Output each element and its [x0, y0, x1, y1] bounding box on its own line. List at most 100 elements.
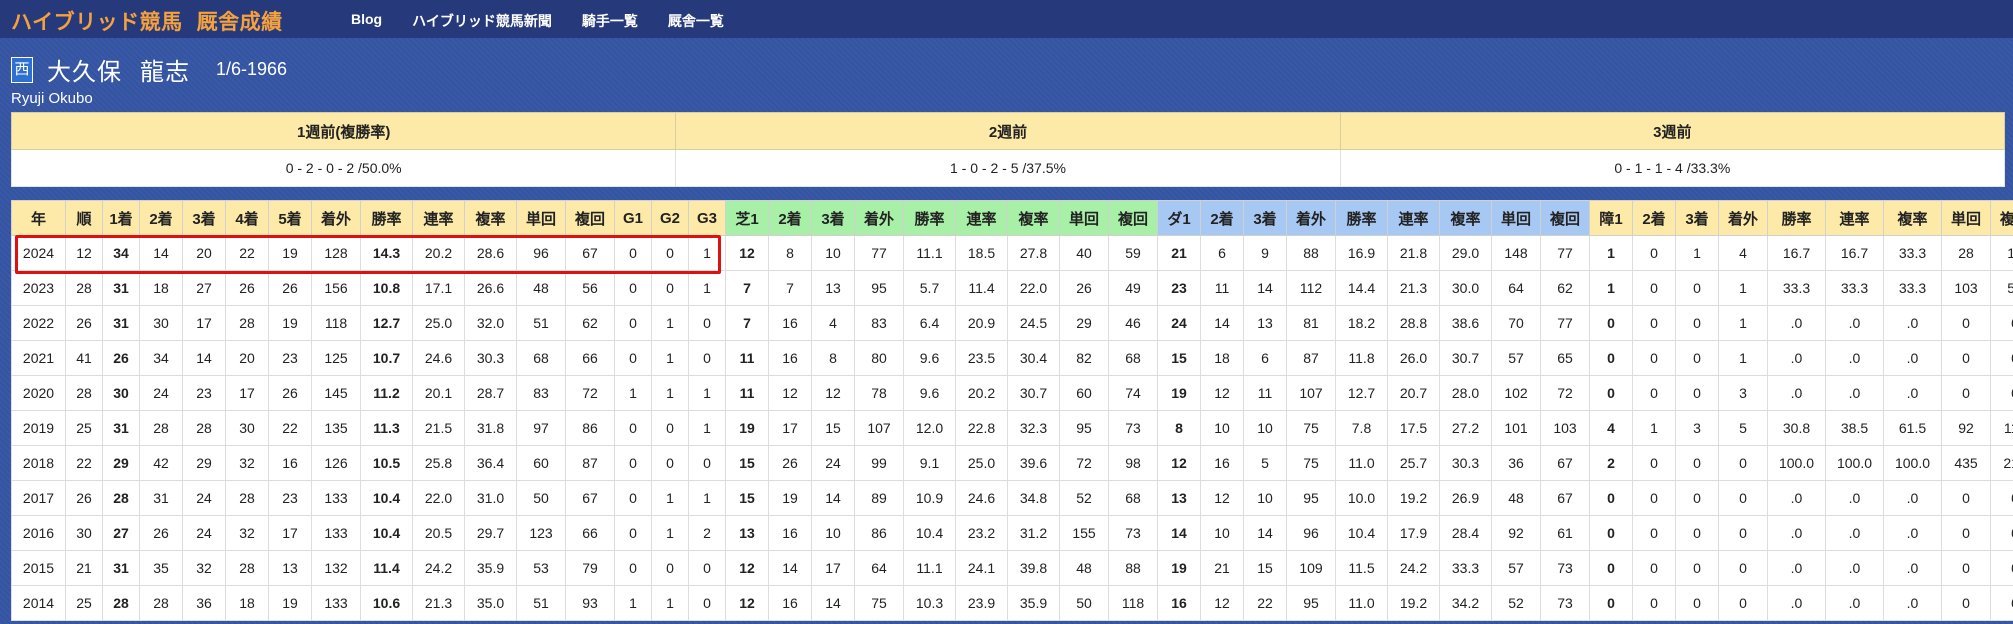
stats-header-row: 年順 1着 2着 3着 4着 5着 着外 勝率 連率 複率 単回 複回 G1 G2 G3 芝1 2着 3着 着外 勝率…	[11, 200, 2013, 236]
table-cell: 50	[1990, 270, 2013, 306]
table-cell: 0	[1675, 445, 1719, 481]
stats-header-cell[interactable]: 着外	[1286, 200, 1336, 236]
table-cell: 92	[1941, 410, 1991, 446]
stats-header-cell[interactable]: 2着	[139, 200, 183, 236]
stats-header-cell[interactable]: 複率	[464, 200, 517, 236]
stats-header-cell[interactable]: 複率	[1439, 200, 1492, 236]
table-cell: .0	[1825, 375, 1884, 411]
stats-header-cell[interactable]: 複回	[1540, 200, 1590, 236]
stats-header-cell[interactable]: 連率	[1387, 200, 1440, 236]
nav-link-jockey-list[interactable]: 騎手一覧	[582, 11, 638, 31]
table-cell: 48	[1059, 550, 1109, 586]
stats-header-cell[interactable]: 連率	[412, 200, 465, 236]
stats-header-cell[interactable]: 着外	[1718, 200, 1768, 236]
week1-value: 0 - 2 - 0 - 2 /50.0%	[10, 149, 677, 187]
table-cell: 28	[225, 305, 269, 341]
stats-header-cell[interactable]: 勝率	[903, 200, 956, 236]
table-cell: 0	[688, 340, 726, 376]
stats-header-cell[interactable]: 3着	[1243, 200, 1287, 236]
stats-header-cell[interactable]: 年	[11, 200, 66, 236]
stats-header-cell[interactable]: 3着	[811, 200, 855, 236]
stats-header-cell[interactable]: 勝率	[360, 200, 413, 236]
stats-header-cell[interactable]: 順	[65, 200, 103, 236]
table-cell: .0	[1767, 375, 1826, 411]
table-cell: 17	[811, 550, 855, 586]
table-cell: 135	[311, 410, 361, 446]
table-cell: 77	[1540, 305, 1590, 341]
table-cell: .0	[1767, 515, 1826, 551]
table-cell: 10.5	[360, 445, 413, 481]
stats-header-cell[interactable]: 芝1	[725, 200, 769, 236]
table-cell: 24.2	[412, 550, 465, 586]
table-cell: .0	[1883, 515, 1942, 551]
stats-header-cell[interactable]: 着外	[854, 200, 904, 236]
table-cell: 7	[725, 305, 769, 341]
stats-header-cell[interactable]: G2	[651, 200, 689, 236]
table-row: 2015 21 31 35 32 28 13 132 11.4 24.2 35.9 53 79 0 0 0 12…	[11, 550, 2013, 586]
site-title[interactable]: ハイブリッド競馬 厩舎成績	[11, 6, 283, 36]
table-cell: 96	[516, 235, 566, 271]
table-cell: .0	[1825, 515, 1884, 551]
table-cell: 81	[1286, 305, 1336, 341]
stats-header-cell[interactable]: ダ1	[1157, 200, 1201, 236]
table-cell: 74	[1108, 375, 1158, 411]
table-cell: 14	[1243, 270, 1287, 306]
table-cell: 22.0	[1007, 270, 1060, 306]
table-cell: 20	[182, 235, 226, 271]
stats-header-cell[interactable]: 複回	[565, 200, 615, 236]
table-cell: 16	[768, 515, 812, 551]
table-cell: 21.8	[1387, 235, 1440, 271]
table-cell: 9	[1243, 235, 1287, 271]
table-cell: 8	[811, 340, 855, 376]
table-cell: 2018	[11, 445, 66, 481]
table-cell: 61	[1540, 515, 1590, 551]
table-cell: 26.6	[464, 270, 517, 306]
stats-header-cell[interactable]: 2着	[1632, 200, 1676, 236]
table-cell: 2019	[11, 410, 66, 446]
stats-header-cell[interactable]: 複率	[1883, 200, 1942, 236]
table-cell: 18.5	[955, 235, 1008, 271]
stats-header-cell[interactable]: 単回	[1059, 200, 1109, 236]
stats-header-cell[interactable]: 勝率	[1335, 200, 1388, 236]
stats-header-cell[interactable]: 勝率	[1767, 200, 1826, 236]
table-cell: 10.6	[360, 585, 413, 621]
stats-header-cell[interactable]: 複回	[1990, 200, 2013, 236]
table-cell: 23.5	[955, 340, 1008, 376]
nav-link-newspaper[interactable]: ハイブリッド競馬新聞	[412, 11, 552, 31]
nav-link-blog[interactable]: Blog	[351, 11, 382, 31]
stats-header-cell[interactable]: 複回	[1108, 200, 1158, 236]
nav-link-stable-list[interactable]: 厩舎一覧	[668, 11, 724, 31]
stats-header-cell[interactable]: G3	[688, 200, 726, 236]
table-cell: 31.2	[1007, 515, 1060, 551]
stats-header-cell[interactable]: 1着	[102, 200, 140, 236]
table-cell: 0	[1718, 550, 1768, 586]
table-cell: 10	[811, 515, 855, 551]
table-cell: 11.3	[360, 410, 413, 446]
table-cell: 32.3	[1007, 410, 1060, 446]
table-cell: 15	[811, 410, 855, 446]
stats-header-cell[interactable]: G1	[614, 200, 652, 236]
stats-header-cell[interactable]: 4着	[225, 200, 269, 236]
stats-header-cell[interactable]: 3着	[182, 200, 226, 236]
table-cell: 61.5	[1883, 410, 1942, 446]
stats-header-cell[interactable]: 単回	[1941, 200, 1991, 236]
stats-header-cell[interactable]: 2着	[768, 200, 812, 236]
stats-header-cell[interactable]: 連率	[955, 200, 1008, 236]
stats-header-cell[interactable]: 単回	[516, 200, 566, 236]
table-cell: 18	[1200, 340, 1244, 376]
table-cell: 12	[725, 550, 769, 586]
stats-header-cell[interactable]: 複率	[1007, 200, 1060, 236]
stats-header-cell[interactable]: 障1	[1589, 200, 1633, 236]
stats-header-cell[interactable]: 単回	[1491, 200, 1541, 236]
table-cell: 75	[1286, 410, 1336, 446]
stats-header-cell[interactable]: 3着	[1675, 200, 1719, 236]
table-cell: 51	[516, 585, 566, 621]
table-cell: 23	[268, 340, 312, 376]
stats-header-cell[interactable]: 5着	[268, 200, 312, 236]
table-cell: 1	[1675, 235, 1719, 271]
stats-header-cell[interactable]: 連率	[1825, 200, 1884, 236]
stats-header-cell[interactable]: 着外	[311, 200, 361, 236]
table-cell: 0	[1675, 270, 1719, 306]
stats-header-cell[interactable]: 2着	[1200, 200, 1244, 236]
table-cell: 0	[1632, 585, 1676, 621]
